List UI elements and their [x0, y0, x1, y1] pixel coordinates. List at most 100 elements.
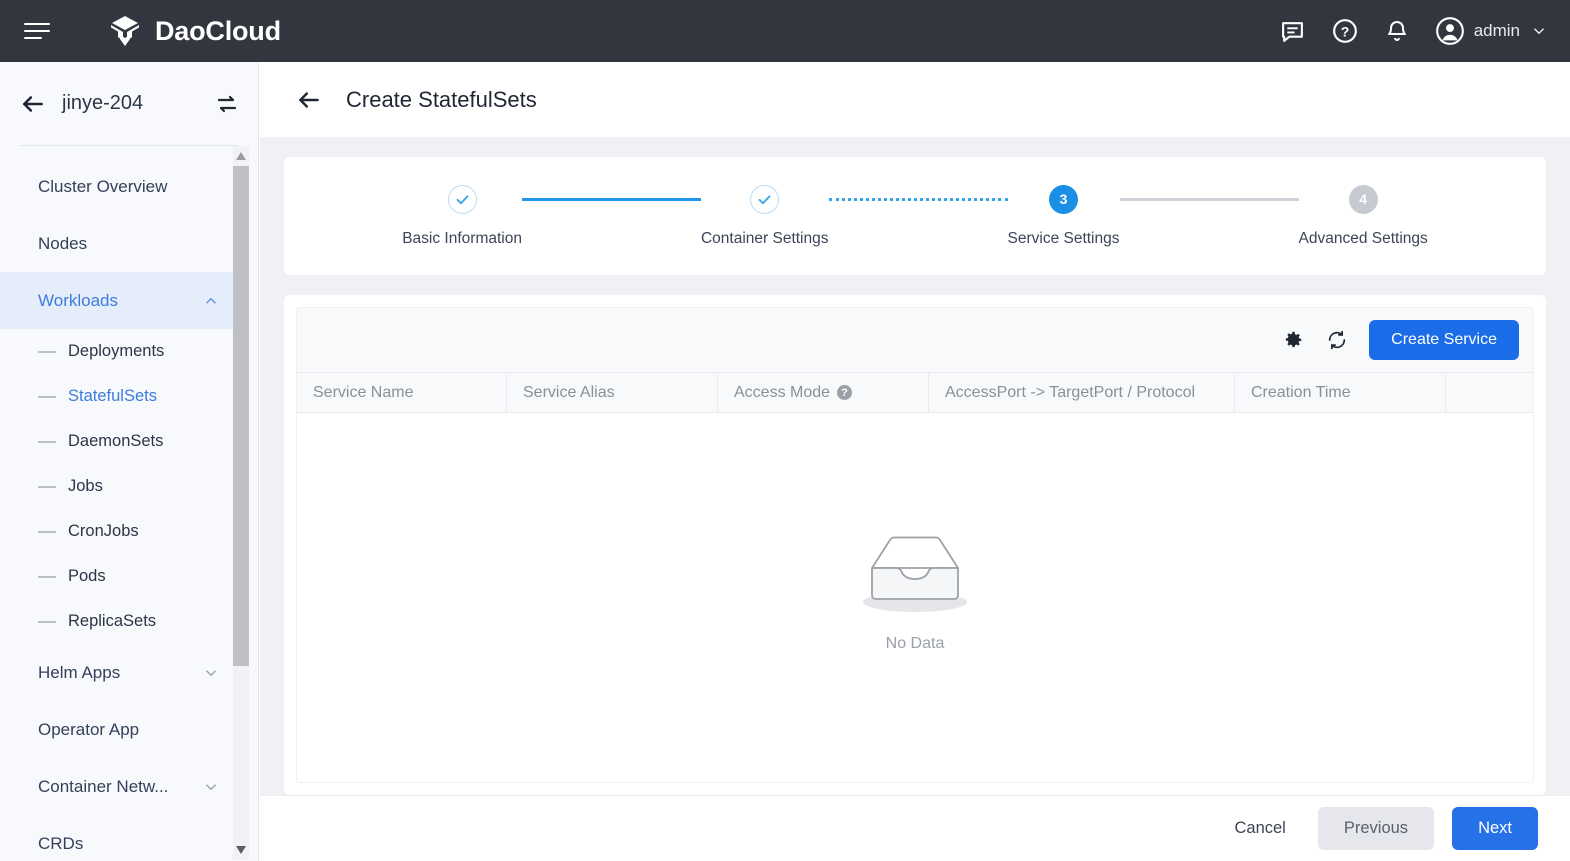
column-header-accessport-targetport[interactable]: AccessPort -> TargetPort / Protocol [929, 373, 1235, 412]
sidebar-item-nodes[interactable]: Nodes [0, 215, 240, 272]
sidebar-item-label: Pods [68, 567, 106, 586]
sidebar-item-statefulsets[interactable]: StatefulSets [0, 374, 240, 419]
hamburger-menu-icon[interactable] [20, 14, 54, 48]
help-circle-icon[interactable]: ? [1332, 18, 1358, 44]
step-connector-2 [829, 198, 1008, 201]
chevron-down-icon[interactable] [1530, 22, 1548, 40]
sidebar-item-label: StatefulSets [68, 387, 157, 406]
page-header: Create StatefulSets [260, 62, 1570, 137]
service-table-card: Create Service Service Name Service Alia… [284, 295, 1546, 795]
column-header-access-mode[interactable]: Access Mode ? [718, 373, 929, 412]
next-button[interactable]: Next [1452, 807, 1538, 850]
brand-name: DaoCloud [155, 16, 281, 47]
sidebar-item-label: Jobs [68, 477, 103, 496]
table-empty-state: No Data [297, 413, 1533, 766]
sidebar-item-label: Operator App [38, 720, 139, 740]
main-content: Basic Information Container Settings 3 S… [260, 137, 1570, 795]
sidebar-item-label: Container Netw... [38, 777, 168, 797]
brand-logo: DaoCloud [107, 13, 281, 49]
sidebar-item-jobs[interactable]: Jobs [0, 464, 240, 509]
previous-button[interactable]: Previous [1318, 807, 1434, 850]
chevron-up-icon[interactable] [202, 292, 220, 310]
column-header-creation-time[interactable]: Creation Time [1235, 373, 1446, 412]
message-icon[interactable] [1280, 18, 1306, 44]
sidebar-item-container-network[interactable]: Container Netw... [0, 758, 240, 815]
sidebar-item-operator-app[interactable]: Operator App [0, 701, 240, 758]
empty-inbox-icon [850, 526, 980, 621]
column-header-actions [1446, 373, 1533, 412]
sidebar-item-label: Nodes [38, 234, 87, 254]
column-header-service-name[interactable]: Service Name [297, 373, 507, 412]
step-label: Service Settings [1008, 230, 1120, 248]
user-name: admin [1474, 21, 1520, 41]
sidebar-item-replicasets[interactable]: ReplicaSets [0, 599, 240, 644]
sidebar-item-deployments[interactable]: Deployments [0, 329, 240, 374]
step-connector-1 [522, 198, 701, 201]
step-number: 4 [1349, 185, 1378, 214]
sidebar-item-label: ReplicaSets [68, 612, 156, 631]
step-service-settings[interactable]: 3 Service Settings [1008, 185, 1120, 248]
column-label: Service Alias [523, 384, 615, 402]
step-connector-3 [1120, 198, 1299, 201]
cancel-button[interactable]: Cancel [1220, 809, 1299, 848]
sidebar-item-label: DaemonSets [68, 432, 163, 451]
wizard-stepper: Basic Information Container Settings 3 S… [284, 157, 1546, 275]
sidebar-item-cronjobs[interactable]: CronJobs [0, 509, 240, 554]
table-toolbar: Create Service [297, 308, 1533, 372]
sidebar-item-label: Workloads [38, 291, 118, 311]
step-status-check-icon [448, 185, 477, 214]
cluster-name: jinye-204 [62, 92, 143, 115]
bell-icon[interactable] [1384, 18, 1410, 44]
chevron-down-icon[interactable] [202, 778, 220, 796]
bullet-dash-icon [38, 621, 56, 623]
column-label: Creation Time [1251, 384, 1351, 402]
sidebar-header: jinye-204 [0, 62, 258, 145]
sidebar-item-label: Deployments [68, 342, 164, 361]
user-menu[interactable]: admin [1436, 17, 1548, 45]
step-label: Basic Information [402, 230, 522, 248]
bullet-dash-icon [38, 486, 56, 488]
bullet-dash-icon [38, 531, 56, 533]
avatar [1436, 17, 1464, 45]
refresh-icon[interactable] [1325, 328, 1349, 352]
chevron-down-icon[interactable] [202, 664, 220, 682]
column-header-service-alias[interactable]: Service Alias [507, 373, 718, 412]
sidebar-item-label: Cluster Overview [38, 177, 167, 197]
page-back-icon[interactable] [294, 85, 324, 115]
daocloud-cube-icon [107, 13, 143, 49]
sidebar-item-crds[interactable]: CRDs [0, 815, 240, 860]
sidebar-item-daemonsets[interactable]: DaemonSets [0, 419, 240, 464]
empty-state-label: No Data [886, 635, 945, 653]
top-navigation-bar: DaoCloud ? admin [0, 0, 1570, 62]
help-icon[interactable]: ? [837, 385, 852, 400]
create-service-button[interactable]: Create Service [1369, 320, 1519, 360]
switch-cluster-icon[interactable] [214, 91, 240, 117]
bullet-dash-icon [38, 576, 56, 578]
wizard-footer: Cancel Previous Next [260, 795, 1570, 861]
sidebar-back-icon[interactable] [18, 89, 48, 119]
bullet-dash-icon [38, 441, 56, 443]
sidebar-item-helm-apps[interactable]: Helm Apps [0, 644, 240, 701]
page-title: Create StatefulSets [346, 87, 537, 113]
sidebar-scrollbar-thumb[interactable] [233, 166, 249, 666]
step-label: Container Settings [701, 230, 829, 248]
svg-text:?: ? [1340, 23, 1349, 39]
column-label: Service Name [313, 384, 413, 402]
sidebar-item-workloads[interactable]: Workloads [0, 272, 240, 329]
step-advanced-settings[interactable]: 4 Advanced Settings [1299, 185, 1428, 248]
step-number: 3 [1049, 185, 1078, 214]
sidebar-item-pods[interactable]: Pods [0, 554, 240, 599]
sidebar-scroll-area: Cluster Overview Nodes Workloads Deploym… [0, 146, 258, 860]
sidebar-item-cluster-overview[interactable]: Cluster Overview [0, 158, 240, 215]
step-container-settings[interactable]: Container Settings [701, 185, 829, 248]
gear-icon[interactable] [1281, 328, 1305, 352]
scroll-up-arrow-icon[interactable] [233, 148, 249, 164]
column-label: Access Mode [734, 384, 830, 402]
column-label: AccessPort -> TargetPort / Protocol [945, 384, 1195, 402]
scroll-down-arrow-icon[interactable] [233, 842, 249, 858]
step-basic-information[interactable]: Basic Information [402, 185, 522, 248]
bullet-dash-icon [38, 351, 56, 353]
step-label: Advanced Settings [1299, 230, 1428, 248]
step-status-check-icon [750, 185, 779, 214]
sidebar-item-label: CronJobs [68, 522, 139, 541]
